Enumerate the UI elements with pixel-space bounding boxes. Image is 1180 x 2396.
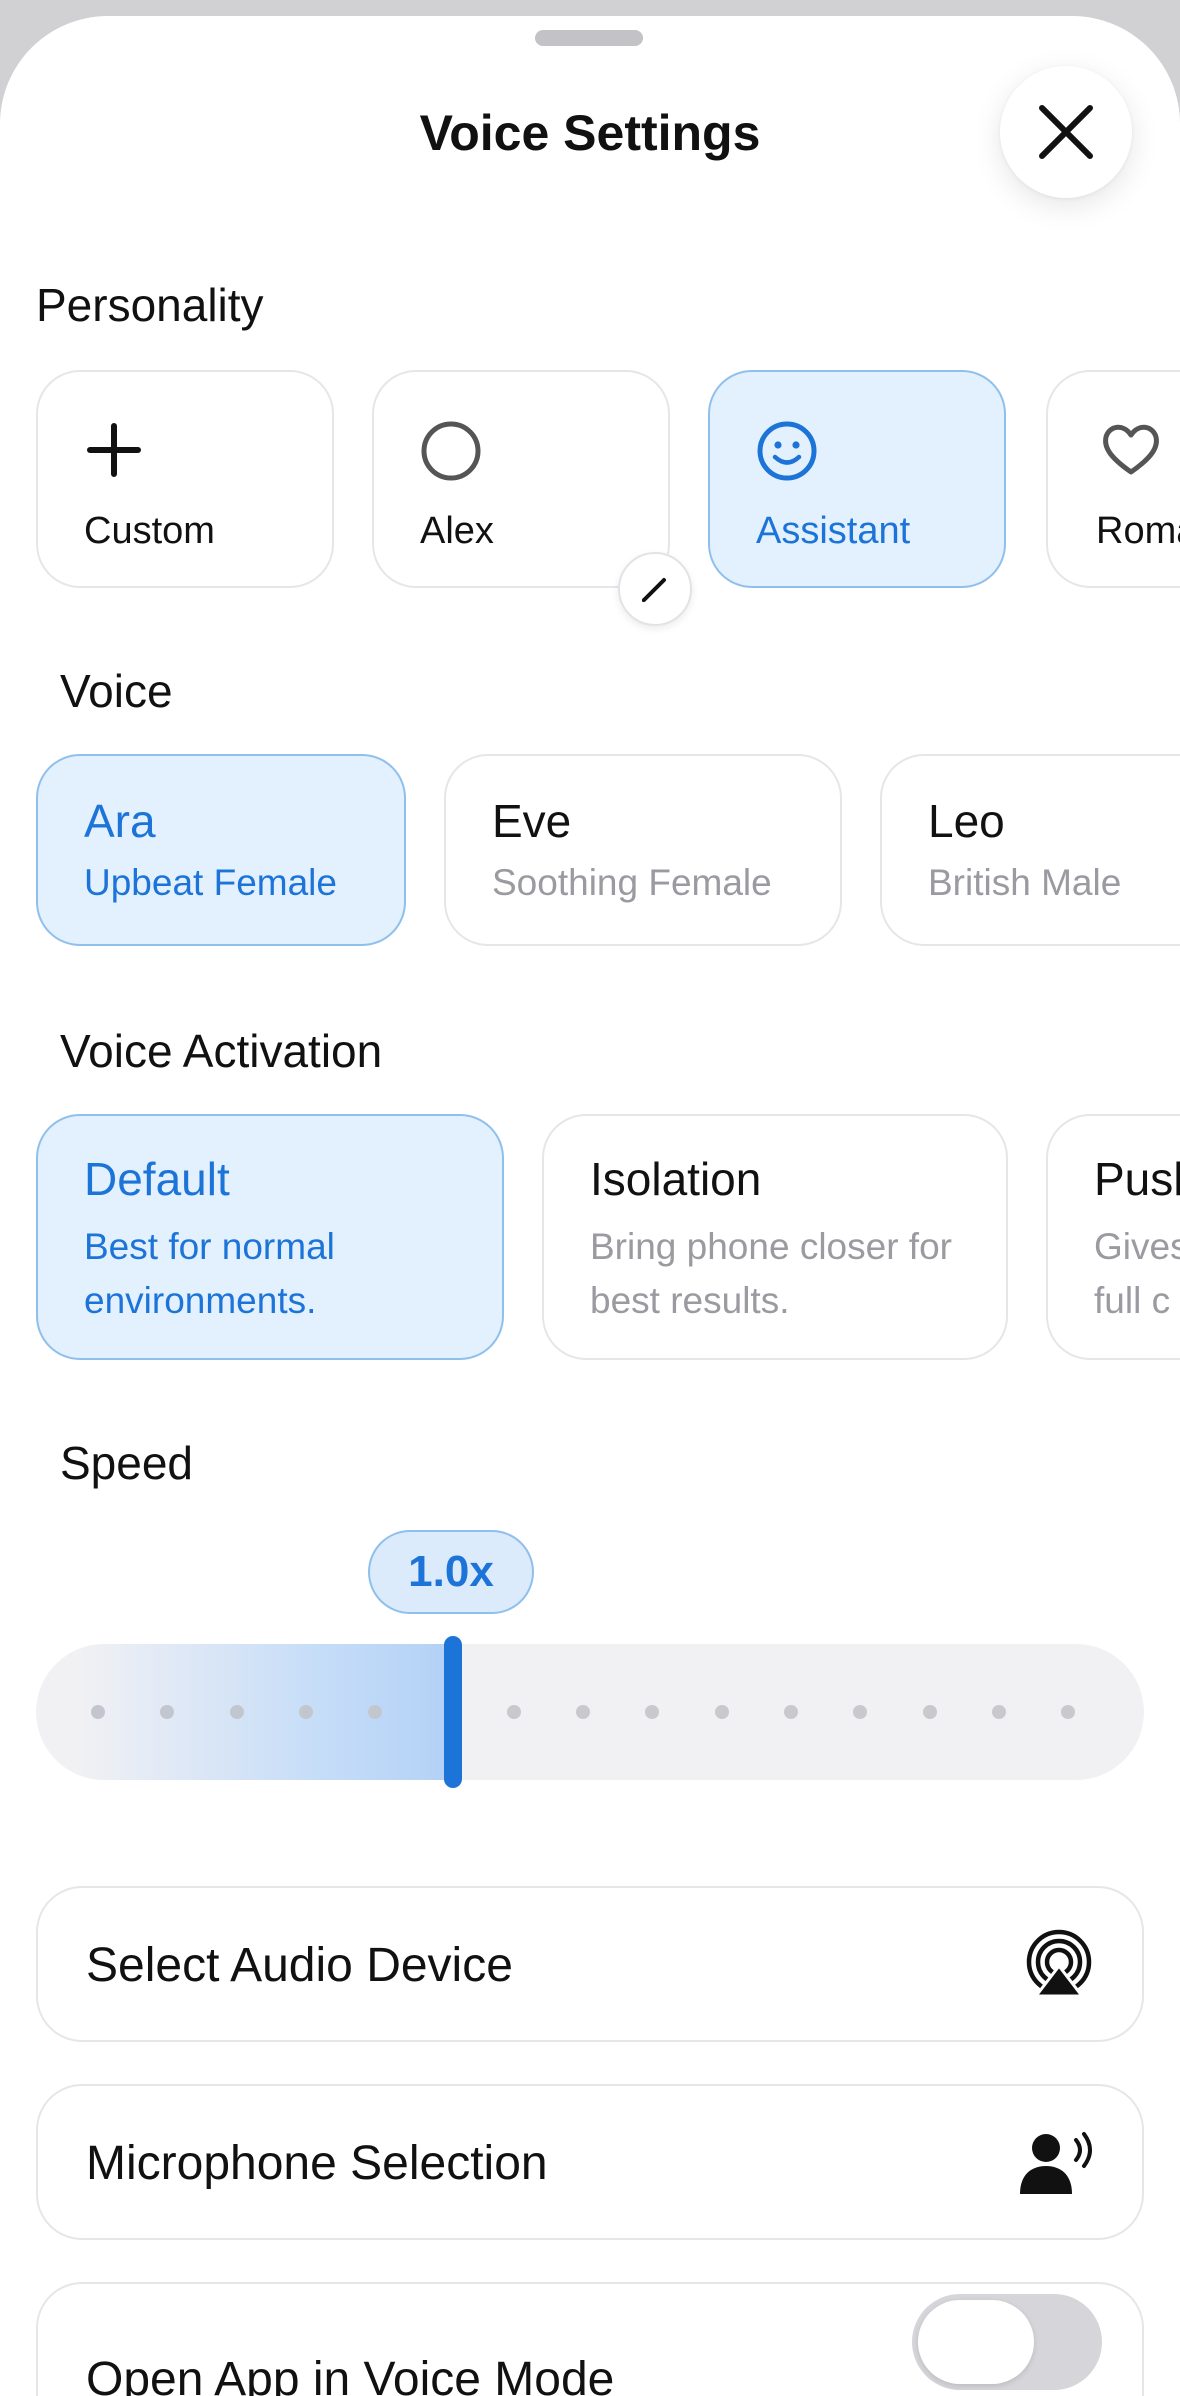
voice-name: Eve: [492, 795, 572, 847]
speed-tick-dot: [298, 1705, 313, 1719]
personality-section-label: Personality: [36, 279, 264, 331]
activation-name: Isolation: [590, 1153, 762, 1205]
voice-description: Soothing Female: [492, 862, 772, 903]
personality-label: Custom: [84, 510, 215, 552]
voice-card-leo[interactable]: Leo British Male: [880, 754, 1180, 946]
activation-name: Push: [1094, 1153, 1180, 1205]
voice-section-label: Voice: [60, 665, 173, 717]
close-button[interactable]: [1000, 66, 1132, 198]
activation-card-default[interactable]: Default Best for normal environments.: [36, 1114, 504, 1360]
voice-name: Leo: [928, 795, 1005, 847]
pencil-icon: [642, 578, 666, 602]
toggle-knob: [918, 2300, 1034, 2384]
speed-tick-dot: [1061, 1705, 1076, 1719]
close-icon: [1039, 105, 1093, 159]
heart-icon: [1103, 424, 1159, 475]
smiley-icon: [757, 421, 817, 481]
personality-label: Assistant: [756, 510, 911, 552]
speed-value-badge: 1.0x: [368, 1530, 534, 1614]
speed-tick-dot: [853, 1705, 868, 1719]
plus-icon: [87, 423, 141, 477]
voice-card-ara[interactable]: Ara Upbeat Female: [36, 754, 406, 946]
voice-description: Upbeat Female: [84, 862, 337, 903]
open-app-in-voice-mode-toggle[interactable]: [912, 2294, 1102, 2390]
voice-settings-sheet: Voice Settings Personality Custom Alex A…: [0, 16, 1180, 2396]
activation-description: Bring phone closer for best results.: [590, 1226, 952, 1321]
row-label: Open App in Voice Mode: [86, 2353, 615, 2396]
select-audio-device-row[interactable]: Select Audio Device: [36, 1886, 1144, 2042]
activation-card-push[interactable]: Push Gives full c: [1046, 1114, 1180, 1360]
voice-activation-section-label: Voice Activation: [60, 1025, 383, 1077]
activation-description: Best for normal environments.: [84, 1226, 335, 1321]
person-speaking-icon: [1020, 2132, 1092, 2194]
row-label: Microphone Selection: [86, 2137, 548, 2190]
speed-tick-dot: [922, 1705, 937, 1719]
voice-description: British Male: [928, 862, 1122, 903]
airplay-audio-icon: [1026, 1929, 1092, 1998]
speed-section-label: Speed: [60, 1437, 194, 1489]
speed-slider-track[interactable]: [36, 1644, 1144, 1780]
speed-tick-dot: [576, 1705, 591, 1719]
edit-personality-button[interactable]: [618, 552, 692, 626]
row-label: Select Audio Device: [86, 1939, 513, 1992]
circle-icon: [421, 421, 481, 481]
personality-label: Alex: [420, 510, 494, 552]
personality-card-alex[interactable]: Alex: [372, 370, 670, 588]
activation-card-isolation[interactable]: Isolation Bring phone closer for best re…: [542, 1114, 1008, 1360]
speed-tick-dot: [645, 1705, 660, 1719]
personality-card-assistant[interactable]: Assistant: [708, 370, 1006, 588]
sheet-grabber[interactable]: [535, 30, 643, 46]
speed-tick-dot: [991, 1705, 1006, 1719]
personality-label: Roma: [1096, 510, 1180, 552]
speed-slider-thumb[interactable]: [443, 1636, 462, 1788]
speed-tick-dot: [91, 1705, 105, 1719]
voice-card-eve[interactable]: Eve Soothing Female: [444, 754, 842, 946]
microphone-selection-row[interactable]: Microphone Selection: [36, 2084, 1144, 2240]
personality-card-custom[interactable]: Custom: [36, 370, 334, 588]
speed-tick-dot: [506, 1705, 521, 1719]
speed-tick-dot: [784, 1705, 798, 1719]
speed-tick-dot: [229, 1705, 244, 1719]
personality-card-roma[interactable]: Roma: [1046, 370, 1180, 588]
activation-name: Default: [84, 1153, 230, 1205]
activation-description: Gives full c: [1094, 1226, 1180, 1321]
voice-name: Ara: [84, 795, 156, 847]
speed-tick-dot: [714, 1705, 729, 1719]
